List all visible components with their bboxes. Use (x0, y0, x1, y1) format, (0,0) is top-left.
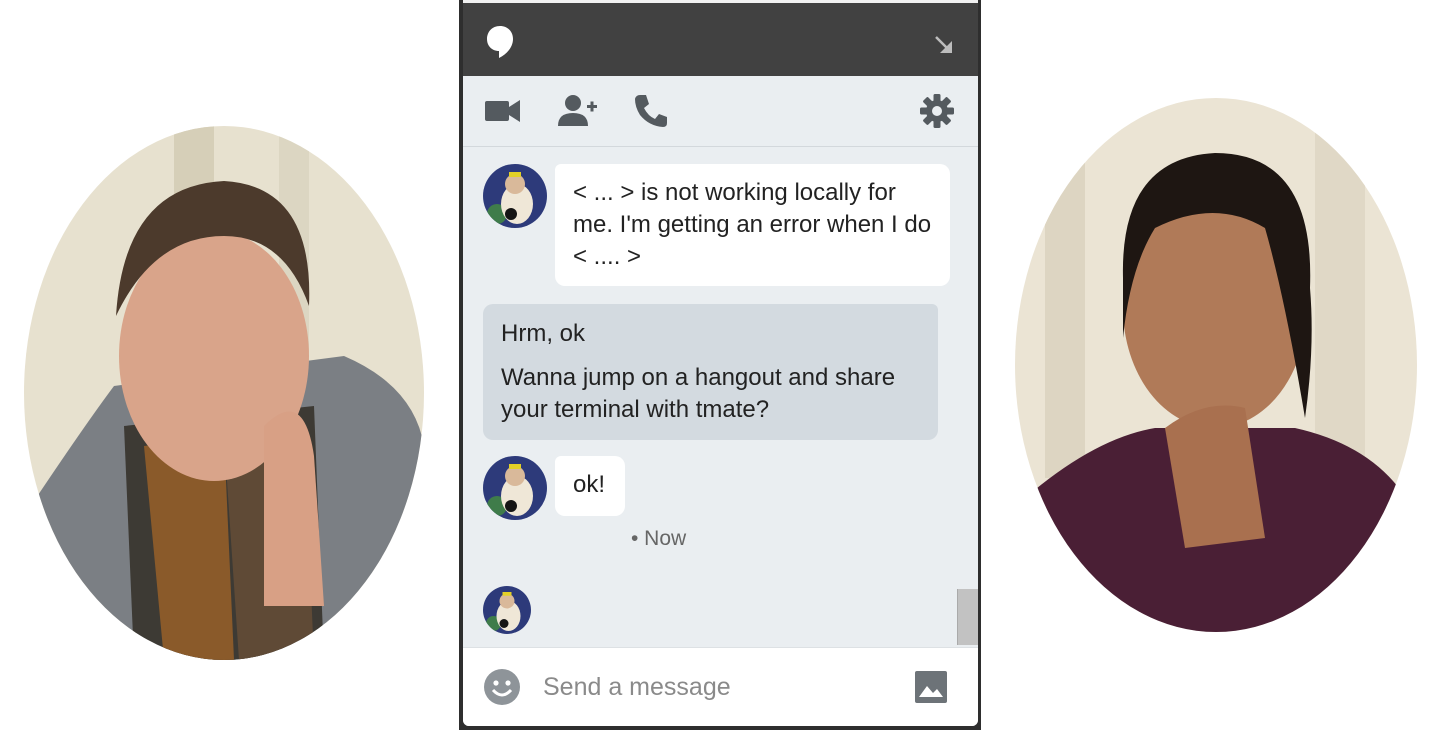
message-text: ok! (573, 471, 606, 498)
hangouts-logo-icon (487, 26, 513, 58)
message-text: Wanna jump on a hangout and share your t… (501, 364, 896, 423)
avatar[interactable] (483, 164, 547, 228)
phone-icon[interactable] (633, 93, 669, 129)
message-bubble-incoming: ok! (555, 456, 625, 516)
popout-arrow-icon[interactable] (932, 33, 956, 57)
message-text: < ... > is not working locally for me. I… (573, 179, 932, 270)
emoji-icon[interactable] (483, 668, 521, 706)
typing-avatar[interactable] (483, 586, 531, 634)
portrait-right (1015, 98, 1417, 632)
toolbar (463, 76, 978, 147)
settings-icon[interactable] (918, 93, 956, 129)
message-input[interactable] (541, 664, 905, 710)
composer (463, 647, 978, 726)
message-bubble-incoming: < ... > is not working locally for me. I… (555, 164, 950, 286)
add-person-icon[interactable] (558, 93, 598, 129)
portrait-left (24, 126, 424, 660)
message-list[interactable]: < ... > is not working locally for me. I… (463, 147, 978, 647)
chat-panel: < ... > is not working locally for me. I… (463, 0, 978, 726)
chat-window: < ... > is not working locally for me. I… (459, 0, 981, 730)
avatar[interactable] (483, 456, 547, 520)
video-icon[interactable] (483, 93, 523, 129)
message-text: Hrm, ok (501, 320, 585, 347)
message-bubble-outgoing: Hrm, ok Wanna jump on a hangout and shar… (483, 304, 938, 440)
message-timestamp: • Now (631, 527, 687, 550)
image-icon[interactable] (914, 670, 948, 704)
title-bar (463, 0, 978, 76)
scrollbar-thumb[interactable] (957, 589, 978, 645)
